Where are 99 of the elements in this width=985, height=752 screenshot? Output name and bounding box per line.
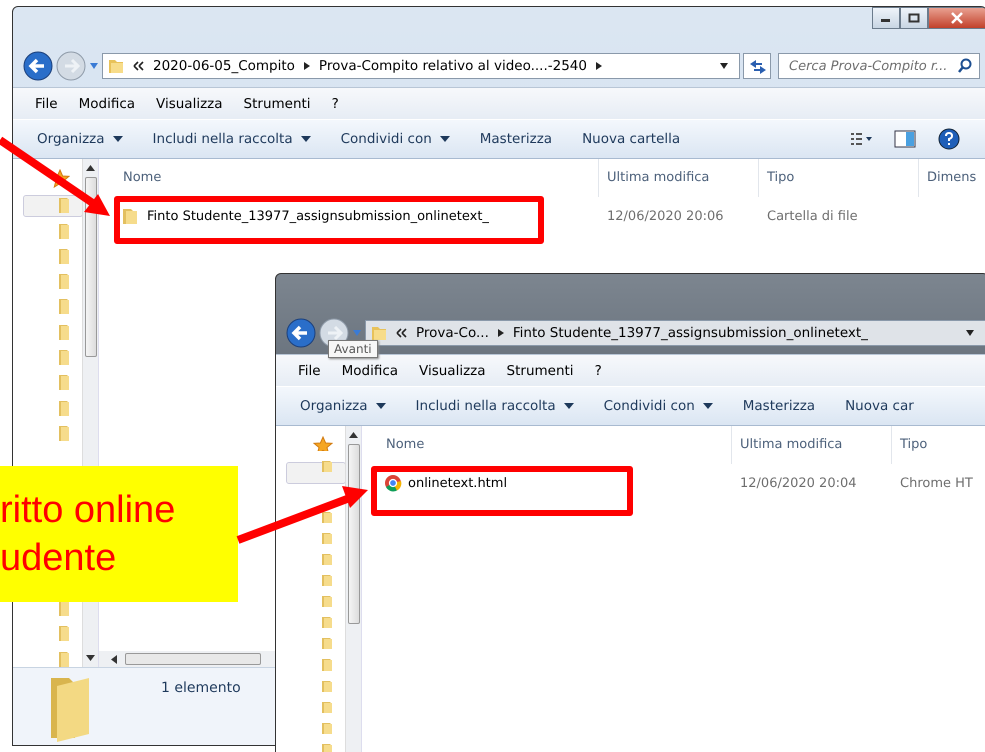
toolbar-button[interactable]: Organizza	[33, 131, 127, 147]
menu-item[interactable]: Strumenti	[506, 362, 574, 378]
toolbar-button[interactable]: Organizza	[296, 398, 390, 414]
folder-icon[interactable]	[321, 615, 333, 628]
toolbar-button[interactable]: Nuova car	[841, 398, 918, 414]
table-cell-text: Cartella di file	[766, 208, 859, 224]
toolbar-button[interactable]: Includi nella raccolta	[148, 131, 315, 147]
scrollbar-thumb[interactable]	[348, 444, 360, 624]
column-header[interactable]: Tipo	[759, 159, 919, 197]
column-header[interactable]: Nome	[99, 159, 599, 197]
folder-icon[interactable]	[321, 636, 333, 650]
toolbar-button[interactable]: Nuova cartella	[578, 131, 684, 147]
folder-icon[interactable]	[58, 348, 70, 366]
dropdown-icon[interactable]	[965, 329, 975, 337]
minimize-button[interactable]	[872, 7, 900, 29]
scrollbar-thumb[interactable]	[84, 177, 96, 357]
folder-icon[interactable]	[58, 297, 70, 315]
back-icon[interactable]	[23, 51, 53, 81]
toolbar-button[interactable]: Masterizza	[476, 131, 556, 147]
menu-item[interactable]: File	[35, 96, 58, 112]
folder-icon[interactable]	[321, 458, 333, 472]
column-header[interactable]: Ultima modifica	[599, 159, 759, 197]
column-header[interactable]: Nome	[362, 426, 732, 464]
toolbar-button[interactable]: Condividi con	[600, 398, 717, 414]
arrow-icon	[594, 61, 603, 71]
help-icon[interactable]	[938, 128, 960, 150]
scroll-down-icon[interactable]	[86, 655, 95, 661]
file-name[interactable]: onlinetext.html	[408, 476, 508, 490]
toolbar-button[interactable]: Masterizza	[738, 398, 820, 414]
tooltip: Avanti	[328, 340, 378, 358]
folder-icon[interactable]	[321, 700, 333, 713]
folder-icon[interactable]	[58, 599, 70, 616]
table-cell-text: 12/06/2020 20:06	[606, 208, 725, 224]
maximize-button[interactable]	[900, 7, 928, 29]
scrollbar-thumb[interactable]	[125, 653, 261, 665]
folder-icon	[107, 57, 125, 75]
search-icon	[957, 58, 973, 74]
menu-item[interactable]: Strumenti	[244, 96, 311, 112]
folder-icon[interactable]	[58, 398, 70, 416]
back-icon[interactable]	[286, 318, 316, 348]
menu-item[interactable]: Visualizza	[419, 362, 486, 378]
callout-text: ritto online	[0, 488, 176, 533]
nav-selection[interactable]	[286, 462, 345, 484]
table-cell-text: 12/06/2020 20:04	[739, 476, 858, 490]
toolbar-button[interactable]: Condividi con	[336, 131, 454, 147]
folder-icon[interactable]	[58, 272, 70, 290]
menu-item[interactable]: Modifica	[78, 96, 136, 112]
folder-icon[interactable]	[58, 373, 70, 391]
column-header[interactable]: Ultima modifica	[732, 426, 892, 464]
menu-item[interactable]: Visualizza	[156, 96, 223, 112]
folder-icon[interactable]	[321, 742, 333, 752]
callout-text: udente	[0, 536, 118, 581]
maximize-icon	[908, 13, 920, 23]
folder-icon[interactable]	[58, 424, 70, 442]
folder-icon[interactable]	[321, 678, 333, 692]
refresh-icon[interactable]	[743, 53, 771, 79]
arrow-icon	[302, 61, 311, 71]
view-icon[interactable]	[850, 131, 872, 147]
close-icon	[950, 12, 964, 24]
preview-pane-icon[interactable]	[894, 130, 916, 148]
file-name[interactable]: Finto Studente_13977_assignsubmission_onlinetext_	[147, 208, 489, 224]
folder-icon[interactable]	[58, 650, 70, 667]
folder-icon[interactable]	[321, 552, 333, 565]
breadcrumb[interactable]: Finto Studente_13977_assignsubmission_onlinetext_	[512, 325, 868, 341]
folder-icon[interactable]	[321, 573, 333, 586]
folder-icon[interactable]	[58, 246, 70, 264]
status-text: 1 elemento	[161, 680, 241, 696]
menu-item[interactable]: Modifica	[342, 362, 398, 378]
table-cell-text: Chrome HT	[899, 476, 974, 490]
chevron-icon	[133, 61, 145, 71]
folder-icon[interactable]	[321, 594, 333, 608]
menu-item[interactable]: File	[298, 362, 321, 378]
toolbar-button[interactable]: Includi nella raccolta	[412, 398, 578, 414]
folder-icon[interactable]	[321, 510, 333, 523]
folder-icon[interactable]	[321, 657, 333, 671]
folder-icon[interactable]	[58, 624, 70, 642]
scroll-up-icon[interactable]	[86, 165, 95, 171]
scroll-up-icon[interactable]	[349, 432, 358, 438]
scroll-left-icon[interactable]	[111, 654, 117, 664]
folder-icon[interactable]	[321, 530, 333, 544]
chevron-icon	[396, 328, 408, 338]
dropdown-icon[interactable]	[719, 62, 729, 70]
search-field[interactable]: Cerca Prova-Compito r...	[778, 53, 980, 79]
column-header[interactable]: Tipo	[892, 426, 985, 464]
breadcrumb[interactable]: 2020-06-05_Compito	[153, 58, 295, 74]
menu-item[interactable]: ?	[594, 362, 602, 378]
folder-icon	[370, 324, 388, 342]
star-icon	[313, 436, 333, 451]
breadcrumb[interactable]: Prova-Co...	[416, 325, 489, 341]
breadcrumb[interactable]: Prova-Compito relativo al video....-2540	[318, 58, 587, 74]
folder-icon[interactable]	[321, 720, 333, 734]
column-header[interactable]: Dimens	[919, 159, 985, 197]
address-bar[interactable]: 2020-06-05_Compito Prova-Compito relativo al video....-2540	[102, 53, 740, 79]
menu-item[interactable]: ?	[332, 96, 339, 112]
folder-icon[interactable]	[58, 222, 70, 239]
close-button[interactable]	[928, 7, 985, 29]
folder-icon[interactable]	[58, 322, 70, 340]
browser-icon	[384, 474, 402, 492]
arrow-icon	[496, 328, 505, 338]
